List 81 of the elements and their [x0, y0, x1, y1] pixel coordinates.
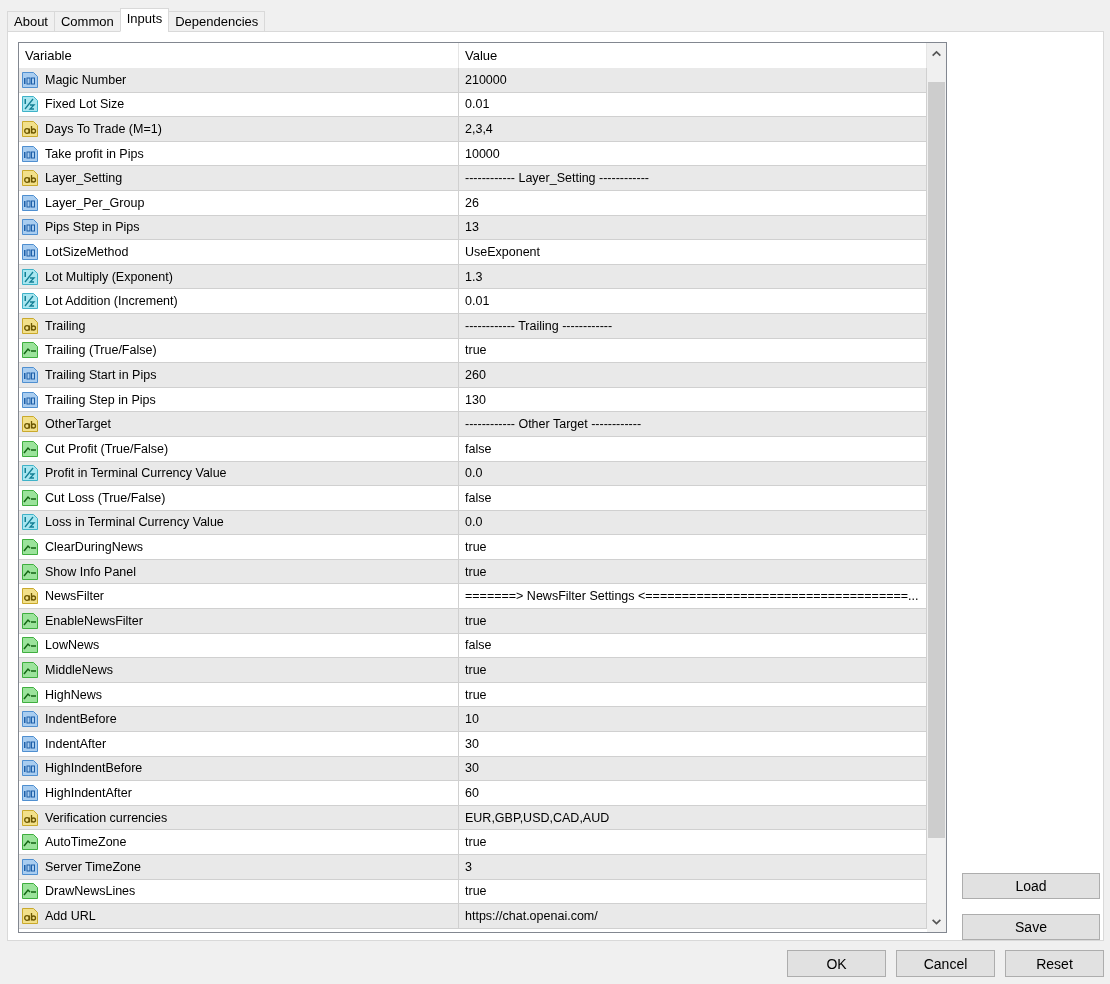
side-button[interactable]: Save — [962, 914, 1100, 940]
variable-name: Layer_Per_Group — [45, 195, 145, 210]
value-cell[interactable]: true — [465, 564, 487, 579]
value-cell[interactable]: https://chat.openai.com/ — [465, 909, 598, 923]
value-cell[interactable]: =======> NewsFilter Settings <====================================... — [465, 589, 919, 604]
value-cell[interactable]: 26 — [465, 195, 479, 210]
value-cell[interactable]: ------------ Trailing ------------ — [465, 318, 613, 333]
variable-name: IndentBefore — [45, 712, 117, 727]
value-cell[interactable]: false — [465, 638, 492, 653]
variable-name: Trailing (True/False) — [45, 343, 157, 358]
variable-name: Lot Addition (Increment) — [45, 294, 178, 309]
variable-name: Layer_Setting — [45, 171, 123, 186]
value-cell[interactable]: 210000 — [465, 72, 507, 87]
variable-name: Trailing — [45, 318, 86, 333]
scrollbar[interactable] — [927, 43, 946, 932]
variable-name: Cut Loss (True/False) — [45, 490, 166, 505]
value-cell[interactable]: 260 — [465, 367, 486, 382]
variable-name: IndentAfter — [45, 736, 107, 751]
variable-name: MiddleNews — [45, 663, 114, 678]
variable-name: HighIndentBefore — [45, 761, 143, 776]
value-cell[interactable]: 0.0 — [465, 466, 483, 481]
dialog-button[interactable]: OK — [787, 950, 886, 977]
variable-name: LowNews — [45, 638, 100, 653]
value-cell[interactable]: true — [465, 687, 487, 702]
variable-name: Trailing Step in Pips — [45, 392, 156, 407]
value-cell[interactable]: true — [465, 540, 487, 555]
value-cell[interactable]: 60 — [465, 786, 479, 800]
variable-name: NewsFilter — [45, 589, 105, 604]
value-cell[interactable]: 0.01 — [465, 294, 490, 309]
variable-name: Add URL — [45, 909, 96, 923]
value-cell[interactable]: true — [465, 835, 487, 850]
scrollbar-thumb[interactable] — [928, 82, 945, 838]
tab[interactable]: Inputs — [119, 8, 170, 32]
value-cell[interactable]: true — [465, 884, 487, 899]
value-cell[interactable]: 130 — [465, 392, 486, 407]
variable-name: Fixed Lot Size — [45, 97, 125, 112]
side-button[interactable]: Load — [962, 873, 1100, 899]
variable-name: Days To Trade (M=1) — [45, 122, 162, 136]
value-cell[interactable]: ------------ Other Target ------------ — [465, 417, 642, 432]
value-cell[interactable]: 30 — [465, 761, 479, 776]
variable-name: EnableNewsFilter — [45, 613, 143, 628]
variable-name: Verification currencies — [45, 810, 168, 825]
value-cell[interactable]: 13 — [465, 220, 479, 235]
variable-name: Profit in Terminal Currency Value — [45, 466, 227, 481]
variable-name: Loss in Terminal Currency Value — [45, 515, 224, 530]
variable-name: ClearDuringNews — [45, 540, 143, 555]
value-cell[interactable]: true — [465, 343, 487, 358]
value-cell[interactable]: 0.0 — [465, 515, 483, 530]
variable-name: OtherTarget — [45, 417, 111, 432]
value-cell[interactable]: ------------ Layer_Setting ------------ — [465, 171, 649, 186]
variable-name: Server TimeZone — [45, 859, 141, 874]
variable-name: DrawNewsLines — [45, 884, 136, 899]
variable-name: Cut Profit (True/False) — [45, 441, 169, 456]
dialog-button[interactable]: Cancel — [896, 950, 995, 977]
variable-name: LotSizeMethod — [45, 244, 129, 259]
value-cell[interactable]: 3 — [465, 859, 472, 874]
value-cell[interactable]: 0.01 — [465, 97, 490, 112]
value-cell[interactable]: 1.3 — [465, 269, 483, 284]
variable-name: HighIndentAfter — [45, 786, 132, 800]
tab[interactable]: About — [7, 11, 55, 32]
value-cell[interactable]: 30 — [465, 736, 479, 751]
value-cell[interactable]: 10000 — [465, 146, 500, 161]
variable-name: AutoTimeZone — [45, 835, 127, 850]
variable-name: Magic Number — [45, 72, 127, 87]
value-cell[interactable]: 2,3,4 — [465, 122, 493, 136]
variable-name: Lot Multiply (Exponent) — [45, 269, 173, 284]
variable-name: Pips Step in Pips — [45, 220, 140, 235]
value-cell[interactable]: false — [465, 490, 492, 505]
tab[interactable]: Dependencies — [168, 11, 266, 32]
variable-name: Take profit in Pips — [45, 146, 144, 161]
dialog-button[interactable]: Reset — [1005, 950, 1104, 977]
scroll-up-icon[interactable] — [931, 48, 942, 59]
variable-name: Show Info Panel — [45, 564, 137, 579]
value-cell[interactable]: UseExponent — [465, 244, 541, 259]
value-cell[interactable]: false — [465, 441, 492, 456]
value-cell[interactable]: true — [465, 663, 487, 678]
variable-name: HighNews — [45, 687, 102, 702]
value-cell[interactable]: EUR,GBP,USD,CAD,AUD — [465, 810, 610, 825]
value-cell[interactable]: true — [465, 613, 487, 628]
variable-name: Trailing Start in Pips — [45, 367, 157, 382]
value-cell[interactable]: 10 — [465, 712, 479, 727]
